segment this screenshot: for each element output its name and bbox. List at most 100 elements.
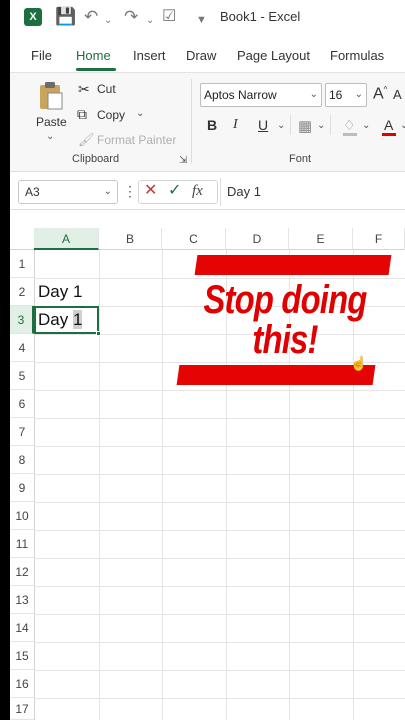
decrease-font-size-icon[interactable]: A <box>393 87 402 102</box>
bold-button[interactable]: B <box>207 117 217 133</box>
tab-draw[interactable]: Draw <box>186 48 216 63</box>
cancel-icon[interactable]: ✕ <box>144 181 157 201</box>
row-header-1[interactable]: 1 <box>10 250 34 278</box>
font-size-value: 16 <box>329 88 343 102</box>
undo-icon[interactable]: ↶ <box>84 6 98 28</box>
red-banner-top <box>194 255 392 275</box>
ribbon-separator <box>290 115 291 135</box>
gridline <box>34 418 405 419</box>
font-color-button[interactable]: A <box>384 117 393 133</box>
row-header-15[interactable]: 15 <box>10 642 34 670</box>
select-all-corner[interactable] <box>10 228 34 250</box>
row-header-11[interactable]: 11 <box>10 530 34 558</box>
paste-dropdown-icon[interactable]: ⌄ <box>46 131 54 142</box>
ribbon-tabs: File Home Insert Draw Page Layout Formul… <box>10 40 405 70</box>
font-group-label: Font <box>289 153 312 165</box>
font-name-value: Aptos Narrow <box>204 88 277 102</box>
tab-formulas[interactable]: Formulas <box>330 48 384 63</box>
insert-function-icon[interactable]: fx <box>192 181 203 201</box>
column-header-a[interactable]: A <box>34 228 99 250</box>
font-color-dropdown-icon[interactable]: ⌄ <box>400 120 405 131</box>
fill-color-icon[interactable]: ♢ <box>343 117 356 134</box>
tab-file[interactable]: File <box>31 48 52 63</box>
cut-label[interactable]: Cut <box>97 82 116 96</box>
formula-input[interactable]: Day 1 <box>227 184 261 199</box>
italic-button[interactable]: I <box>233 117 238 133</box>
copy-icon[interactable]: ⧉ <box>77 106 87 123</box>
paste-icon[interactable] <box>38 81 64 111</box>
column-header-e[interactable]: E <box>289 228 353 250</box>
active-cell-border <box>34 306 99 334</box>
row-header-7[interactable]: 7 <box>10 418 34 446</box>
gridline <box>34 530 405 531</box>
row-header-16[interactable]: 16 <box>10 670 34 698</box>
hand-cursor-icon: ☝ <box>350 355 368 371</box>
format-painter-icon: 🖌 <box>78 132 95 147</box>
fill-handle[interactable] <box>96 331 101 336</box>
row-header-4[interactable]: 4 <box>10 334 34 362</box>
title-bar: X 💾 ↶ ⌄ ↷ ⌄ ☑ ▼ Book1 - Excel <box>10 0 405 36</box>
font-name-select[interactable]: Aptos Narrow ⌄ <box>200 83 322 107</box>
excel-logo-icon: X <box>24 8 42 26</box>
tab-insert[interactable]: Insert <box>133 48 166 63</box>
underline-button[interactable]: U <box>258 117 268 133</box>
paste-label[interactable]: Paste <box>36 115 67 129</box>
row-header-6[interactable]: 6 <box>10 390 34 418</box>
gridline <box>34 586 405 587</box>
font-size-select[interactable]: 16 ⌄ <box>325 83 367 107</box>
copy-label[interactable]: Copy <box>97 108 125 122</box>
clipboard-launcher-icon[interactable]: ⇲ <box>179 155 187 166</box>
row-header-3[interactable]: 3 <box>10 306 34 334</box>
cell-a2[interactable]: Day 1 <box>38 282 82 302</box>
gridline <box>34 670 405 671</box>
name-box[interactable]: A3 ⌄ <box>18 180 118 204</box>
active-tab-indicator <box>76 68 116 71</box>
formula-separator <box>220 178 221 206</box>
gridline <box>34 474 405 475</box>
row-header-13[interactable]: 13 <box>10 586 34 614</box>
row-header-14[interactable]: 14 <box>10 614 34 642</box>
enter-icon[interactable]: ✓ <box>168 181 181 201</box>
format-painter-label: Format Painter <box>97 133 177 147</box>
row-header-10[interactable]: 10 <box>10 502 34 530</box>
chevron-down-icon: ⌄ <box>354 89 363 100</box>
gridline <box>34 502 405 503</box>
formula-bar: A3 ⌄ ⋮ ✕ ✓ fx Day 1 <box>10 174 405 210</box>
font-color-bar <box>382 133 396 136</box>
fill-color-dropdown-icon[interactable]: ⌄ <box>362 120 370 131</box>
column-header-b[interactable]: B <box>99 228 162 250</box>
ribbon-separator <box>191 79 192 163</box>
undo-dropdown-icon[interactable]: ⌄ <box>104 10 112 32</box>
increase-font-size-icon[interactable]: A^ <box>373 85 387 103</box>
tab-page-layout[interactable]: Page Layout <box>237 48 310 63</box>
row-header-12[interactable]: 12 <box>10 558 34 586</box>
ribbon: Paste ⌄ ✂ Cut ⧉ Copy ⌄ 🖌 Format Painter … <box>10 72 405 172</box>
row-header-9[interactable]: 9 <box>10 474 34 502</box>
overlay-line-2: this! <box>252 318 318 362</box>
customize-qat-icon[interactable]: ▼ <box>196 9 207 31</box>
row-header-2[interactable]: 2 <box>10 278 34 306</box>
name-box-value: A3 <box>25 185 40 199</box>
redo-dropdown-icon[interactable]: ⌄ <box>146 10 154 32</box>
tab-home[interactable]: Home <box>76 48 111 63</box>
column-header-d[interactable]: D <box>226 228 289 250</box>
red-banner-bottom <box>176 365 376 385</box>
checkbox-icon[interactable]: ☑ <box>162 6 176 28</box>
scissors-icon[interactable]: ✂ <box>78 81 90 98</box>
column-header-c[interactable]: C <box>162 228 226 250</box>
clipboard-group-label: Clipboard <box>72 153 120 165</box>
borders-icon[interactable]: ▦ <box>298 117 312 135</box>
save-icon[interactable]: 💾 <box>55 6 76 28</box>
row-header-17[interactable]: 17 <box>10 698 34 720</box>
copy-dropdown-icon[interactable]: ⌄ <box>136 108 144 119</box>
redo-icon[interactable]: ↷ <box>124 6 138 28</box>
row-header-8[interactable]: 8 <box>10 446 34 474</box>
underline-dropdown-icon[interactable]: ⌄ <box>277 120 285 131</box>
column-header-f[interactable]: F <box>353 228 405 250</box>
excel-window: X 💾 ↶ ⌄ ↷ ⌄ ☑ ▼ Book1 - Excel File Home … <box>10 0 405 720</box>
row-header-5[interactable]: 5 <box>10 362 34 390</box>
chevron-down-icon: ⌄ <box>103 186 112 197</box>
more-options-icon[interactable]: ⋮ <box>123 181 137 201</box>
borders-dropdown-icon[interactable]: ⌄ <box>317 120 325 131</box>
column-header-row: A B C D E F <box>10 228 405 250</box>
